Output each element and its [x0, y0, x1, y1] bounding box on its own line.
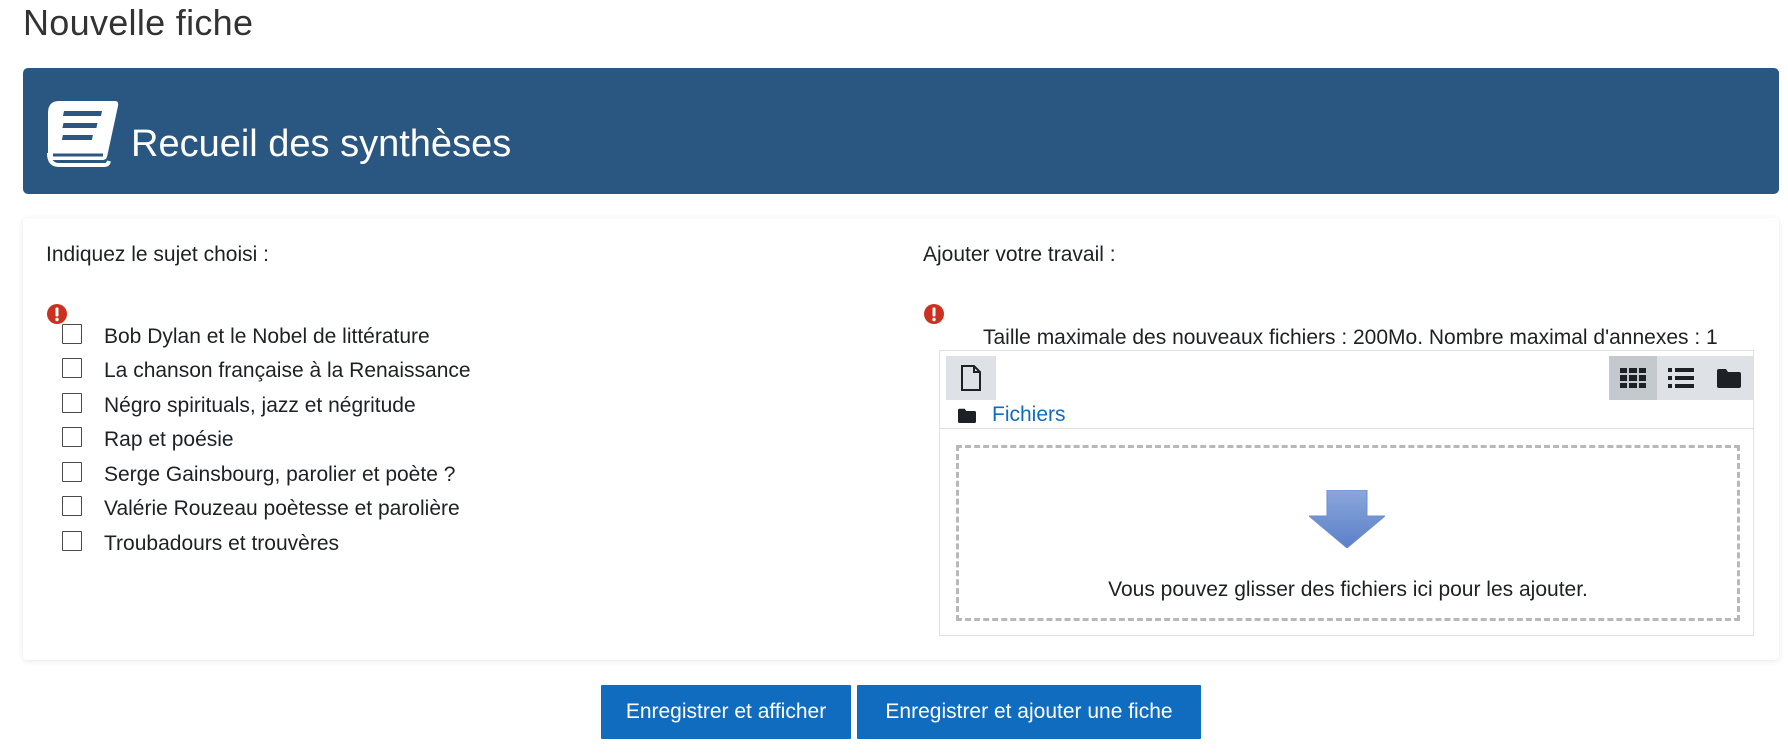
checkbox[interactable] — [62, 462, 82, 482]
option-label: Troubadours et trouvères — [104, 532, 340, 555]
folder-icon — [958, 408, 976, 423]
option-label: Valérie Rouzeau poètesse et parolière — [104, 497, 460, 520]
page-title: Nouvelle fiche — [23, 2, 254, 43]
file-manager: Fichiers Vous pouvez glisser des fichier… — [939, 350, 1754, 636]
save-and-display-button[interactable]: Enregistrer et afficher — [601, 685, 851, 739]
filemanager-limits: Taille maximale des nouveaux fichiers : … — [983, 326, 1718, 349]
checkbox[interactable] — [62, 393, 82, 413]
checkbox[interactable] — [62, 358, 82, 378]
grid-view-button[interactable] — [1609, 356, 1657, 400]
checkbox[interactable] — [62, 531, 82, 551]
file-dropzone[interactable]: Vous pouvez glisser des fichiers ici pou… — [956, 445, 1740, 621]
exclamation-circle-icon — [924, 304, 944, 324]
book-icon — [47, 101, 119, 167]
subject-option[interactable]: Valérie Rouzeau poètesse et parolière — [62, 494, 460, 524]
files-folder-link[interactable]: Fichiers — [992, 403, 1066, 427]
activity-title: Recueil des synthèses — [131, 123, 512, 165]
checkbox[interactable] — [62, 427, 82, 447]
subject-option[interactable]: Bob Dylan et le Nobel de littérature — [62, 322, 430, 352]
subject-option[interactable]: La chanson française à la Renaissance — [62, 356, 471, 386]
subject-option[interactable]: Rap et poésie — [62, 425, 234, 455]
add-file-icon — [961, 365, 981, 391]
option-label: Bob Dylan et le Nobel de littérature — [104, 325, 430, 348]
option-label: Rap et poésie — [104, 428, 234, 451]
activity-banner: Recueil des synthèses — [23, 68, 1779, 194]
filemanager-path: Fichiers — [958, 403, 1066, 427]
view-switcher — [1609, 356, 1753, 400]
option-label: Négro spirituals, jazz et négritude — [104, 394, 416, 417]
subject-option[interactable]: Négro spirituals, jazz et négritude — [62, 391, 416, 421]
tree-view-icon — [1717, 369, 1741, 388]
option-label: Serge Gainsbourg, parolier et poète ? — [104, 463, 456, 486]
dropzone-text: Vous pouvez glisser des fichiers ici pou… — [1108, 578, 1588, 601]
option-label: La chanson française à la Renaissance — [104, 359, 471, 382]
down-arrow-icon — [1309, 490, 1385, 548]
add-file-button[interactable] — [946, 356, 996, 400]
save-and-add-button[interactable]: Enregistrer et ajouter une fiche — [857, 685, 1201, 739]
tree-view-button[interactable] — [1705, 356, 1753, 400]
work-label: Ajouter votre travail : — [923, 243, 1116, 266]
filemanager-toolbar: Fichiers — [940, 351, 1753, 429]
subject-option[interactable]: Serge Gainsbourg, parolier et poète ? — [62, 460, 455, 490]
checkbox[interactable] — [62, 324, 82, 344]
list-view-icon — [1668, 368, 1694, 388]
subject-label: Indiquez le sujet choisi : — [46, 243, 269, 266]
list-view-button[interactable] — [1657, 356, 1705, 400]
grid-view-icon — [1620, 368, 1646, 388]
subject-option[interactable]: Troubadours et trouvères — [62, 529, 339, 559]
checkbox[interactable] — [62, 496, 82, 516]
